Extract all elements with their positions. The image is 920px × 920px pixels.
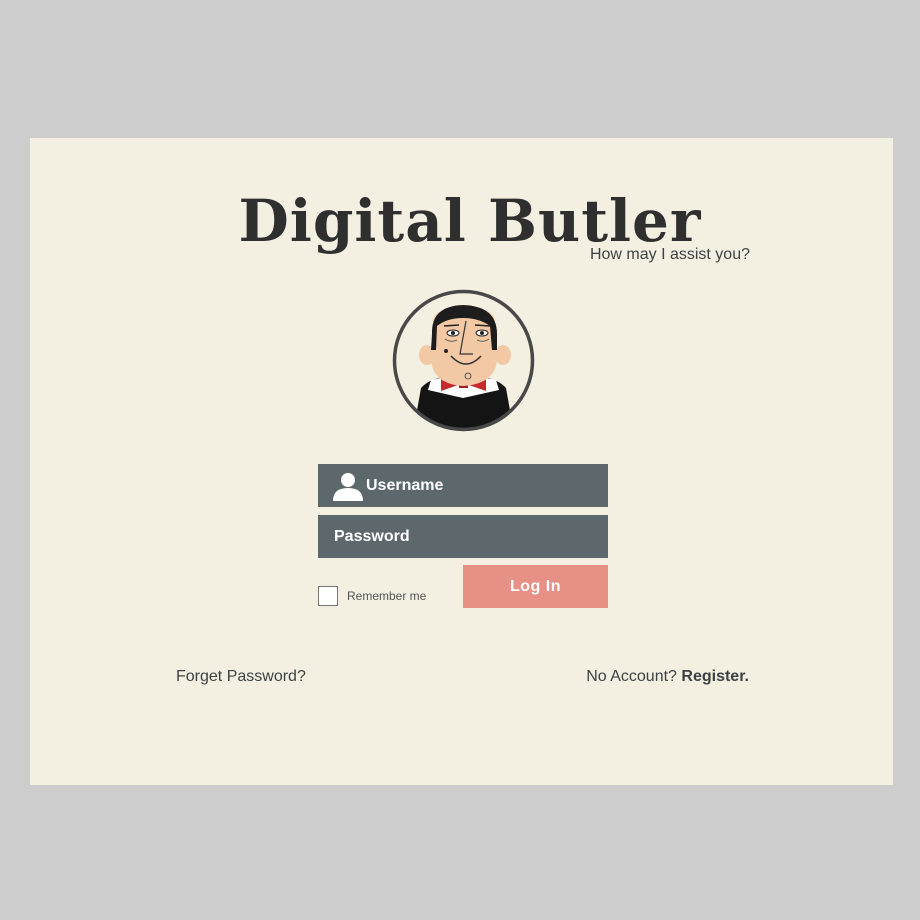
register-link[interactable]: Register. — [681, 668, 749, 685]
remember-me-label: Remember me — [347, 589, 427, 603]
remember-me-checkbox[interactable] — [318, 586, 338, 606]
login-card: Digital Butler How may I assist you? Use… — [30, 138, 893, 785]
butler-avatar-icon — [392, 289, 535, 432]
password-input[interactable] — [318, 515, 608, 558]
remember-me: Remember me — [318, 586, 426, 606]
no-account-label: No Account? — [586, 668, 677, 685]
username-field — [318, 464, 608, 507]
login-button[interactable]: Log In — [463, 565, 608, 608]
username-input[interactable] — [366, 464, 608, 507]
user-icon — [333, 472, 363, 501]
register-prompt: No Account? Register. — [586, 668, 749, 686]
forgot-password-link[interactable]: Forget Password? — [176, 668, 306, 686]
app-tagline: How may I assist you? — [589, 246, 750, 263]
password-field — [318, 515, 608, 558]
